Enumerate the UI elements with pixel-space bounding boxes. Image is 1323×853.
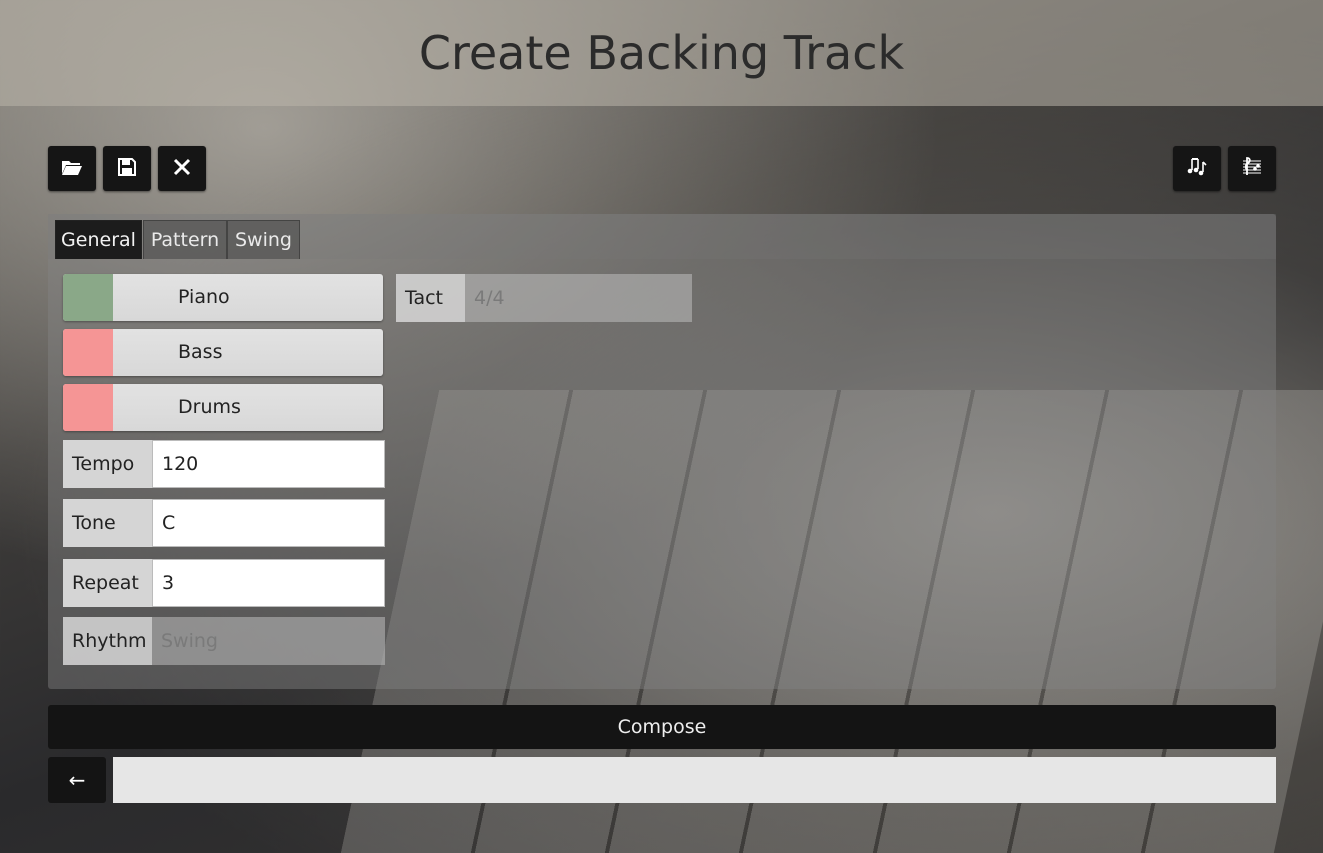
arrow-left-icon: ← [68, 768, 86, 792]
bass-toggle[interactable]: Bass [63, 329, 383, 376]
compose-button[interactable]: Compose [48, 705, 1276, 749]
close-icon [173, 157, 191, 181]
page-header: Create Backing Track [0, 0, 1323, 106]
piano-label: Piano [178, 286, 230, 308]
repeat-label: Repeat [63, 559, 152, 607]
tab-swing[interactable]: Swing [227, 220, 300, 259]
tact-field: Tact [396, 274, 692, 322]
tab-bar: General Pattern Swing [48, 214, 1276, 259]
page-title: Create Backing Track [418, 26, 905, 80]
sheet-music-icon [1241, 155, 1263, 182]
repeat-field: Repeat [63, 559, 385, 607]
tempo-input[interactable] [152, 440, 385, 488]
close-button[interactable] [158, 146, 206, 191]
repeat-input[interactable] [152, 559, 385, 607]
rhythm-input [152, 617, 385, 665]
tact-input [465, 274, 692, 322]
piano-status-swatch [63, 274, 113, 321]
tab-general[interactable]: General [55, 220, 142, 259]
rhythm-field: Rhythm [63, 617, 385, 665]
save-button[interactable] [103, 146, 151, 191]
floppy-disk-icon [118, 157, 136, 181]
settings-panel: General Pattern Swing Piano Bass Drums T… [48, 214, 1276, 689]
notes-button[interactable] [1173, 146, 1221, 191]
tone-field: Tone [63, 499, 385, 547]
score-button[interactable] [1228, 146, 1276, 191]
open-button[interactable] [48, 146, 96, 191]
bass-label: Bass [178, 341, 223, 363]
output-input[interactable] [113, 757, 1276, 803]
tone-label: Tone [63, 499, 152, 547]
piano-toggle[interactable]: Piano [63, 274, 383, 321]
tab-pattern[interactable]: Pattern [143, 220, 227, 259]
bass-status-swatch [63, 329, 113, 376]
drums-label: Drums [178, 396, 241, 418]
drums-status-swatch [63, 384, 113, 431]
drums-toggle[interactable]: Drums [63, 384, 383, 431]
tempo-field: Tempo [63, 440, 385, 488]
back-button[interactable]: ← [48, 757, 106, 803]
tact-label: Tact [396, 274, 465, 322]
folder-open-icon [61, 157, 83, 181]
rhythm-label: Rhythm [63, 617, 152, 665]
music-notes-icon [1186, 156, 1208, 181]
tempo-label: Tempo [63, 440, 152, 488]
tone-input[interactable] [152, 499, 385, 547]
